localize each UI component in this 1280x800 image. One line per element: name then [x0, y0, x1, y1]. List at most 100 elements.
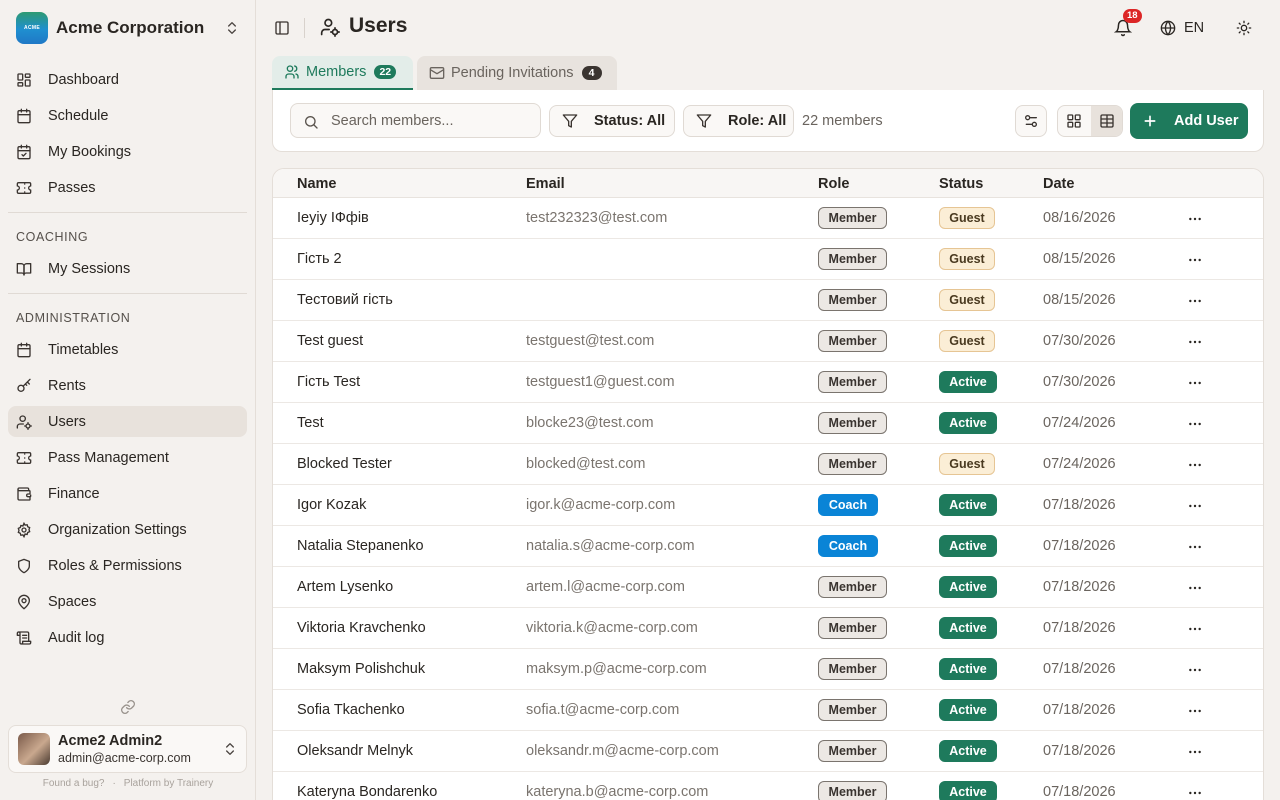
member-name: Ieyiy IФфів — [297, 210, 369, 226]
status-badge: Active — [939, 371, 997, 393]
status-filter-button[interactable]: Status: All — [549, 105, 675, 137]
table-row[interactable]: Тестовий гість Member Guest 08/15/2026 — [273, 280, 1263, 321]
grid-view-button[interactable] — [1058, 106, 1091, 136]
table-row[interactable]: Test blocke23@test.com Member Active 07/24/2… — [273, 403, 1263, 444]
calendar-icon — [17, 342, 31, 357]
sidebar-item-pass-management[interactable]: Pass Management — [8, 442, 247, 473]
more-horizontal-icon[interactable] — [1187, 539, 1203, 555]
more-horizontal-icon[interactable] — [1187, 334, 1203, 350]
platform-link[interactable]: Platform by Trainery — [124, 778, 213, 789]
member-email: natalia.s@acme-corp.com — [526, 538, 695, 554]
sidebar-item-label: Spaces — [48, 593, 97, 610]
sidebar-item-schedule[interactable]: Schedule — [8, 100, 247, 131]
language-switcher[interactable]: EN — [1184, 20, 1204, 36]
status-badge: Guest — [939, 248, 995, 270]
plus-icon — [1144, 115, 1156, 127]
table-row[interactable]: Blocked Tester blocked@test.com Member Gues… — [273, 444, 1263, 485]
column-header-role[interactable]: Role — [818, 176, 849, 192]
more-horizontal-icon[interactable] — [1187, 662, 1203, 678]
column-settings-button[interactable] — [1015, 105, 1047, 137]
column-header-status[interactable]: Status — [939, 176, 983, 192]
column-header-email[interactable]: Email — [526, 176, 565, 192]
more-horizontal-icon[interactable] — [1187, 580, 1203, 596]
member-date: 07/24/2026 — [1043, 415, 1116, 431]
more-horizontal-icon[interactable] — [1187, 375, 1203, 391]
chevrons-up-down-icon — [226, 743, 234, 755]
more-horizontal-icon[interactable] — [1187, 621, 1203, 637]
role-filter-button[interactable]: Role: All — [683, 105, 794, 137]
more-horizontal-icon[interactable] — [1187, 457, 1203, 473]
table-row[interactable]: Maksym Polishchuk maksym.p@acme-corp.com M… — [273, 649, 1263, 690]
tab-label: Members — [306, 64, 367, 80]
role-badge: Member — [818, 576, 887, 598]
settings-icon — [17, 521, 31, 538]
page-title: Users — [349, 14, 408, 37]
add-user-button[interactable]: Add User — [1130, 103, 1248, 139]
table-row[interactable]: Kateryna Bondarenko kateryna.b@acme-corp.… — [273, 772, 1263, 800]
sun-icon[interactable] — [1236, 20, 1252, 36]
more-horizontal-icon[interactable] — [1187, 416, 1203, 432]
member-email: artem.l@acme-corp.com — [526, 579, 685, 595]
more-horizontal-icon[interactable] — [1187, 252, 1203, 268]
more-horizontal-icon[interactable] — [1187, 744, 1203, 760]
column-header-name[interactable]: Name — [297, 176, 337, 192]
status-badge: Active — [939, 781, 997, 800]
tab-members[interactable]: Members 22 — [272, 56, 413, 90]
table-row[interactable]: Artem Lysenko artem.l@acme-corp.com Member… — [273, 567, 1263, 608]
report-bug-link[interactable]: Found a bug? — [43, 778, 105, 789]
table-row[interactable]: Igor Kozak igor.k@acme-corp.com Coach Activ… — [273, 485, 1263, 526]
table-row[interactable]: Гість 2 Member Guest 08/15/2026 — [273, 239, 1263, 280]
role-badge: Member — [818, 248, 887, 270]
user-menu[interactable]: Acme2 Admin2 admin@acme-corp.com — [8, 725, 247, 773]
table-row[interactable]: Ieyiy IФфів test232323@test.com Member Gues… — [273, 198, 1263, 239]
org-logo: ACME — [16, 12, 48, 44]
sidebar-item-label: Dashboard — [48, 71, 119, 88]
role-badge: Member — [818, 699, 887, 721]
calendar-icon — [17, 108, 31, 123]
globe-icon[interactable] — [1160, 20, 1176, 36]
table-row[interactable]: Viktoria Kravchenko viktoria.k@acme-corp.… — [273, 608, 1263, 649]
sidebar-toggle-icon[interactable] — [274, 20, 290, 36]
table-row[interactable]: Гість Test testguest1@guest.com Member Acti… — [273, 362, 1263, 403]
sidebar-item-finance[interactable]: Finance — [8, 478, 247, 509]
member-date: 07/18/2026 — [1043, 538, 1116, 554]
more-horizontal-icon[interactable] — [1187, 211, 1203, 227]
table-row[interactable]: Oleksandr Melnyk oleksandr.m@acme-corp.co… — [273, 731, 1263, 772]
sidebar: ACME Acme Corporation Dashboard Schedule… — [0, 0, 256, 800]
sidebar-item-my-bookings[interactable]: My Bookings — [8, 136, 247, 167]
shield-icon — [18, 558, 30, 573]
column-header-date[interactable]: Date — [1043, 176, 1074, 192]
sidebar-item-users[interactable]: Users — [8, 406, 247, 437]
more-horizontal-icon[interactable] — [1187, 498, 1203, 514]
more-horizontal-icon[interactable] — [1187, 785, 1203, 800]
sidebar-item-audit-log[interactable]: Audit log — [8, 622, 247, 653]
sidebar-item-organization-settings[interactable]: Organization Settings — [8, 514, 247, 545]
member-date: 07/30/2026 — [1043, 374, 1116, 390]
tab-label: Pending Invitations — [451, 65, 574, 81]
notification-badge: 18 — [1123, 9, 1142, 23]
tab-pending-invitations[interactable]: Pending Invitations 4 — [417, 56, 617, 90]
org-switcher[interactable]: ACME Acme Corporation — [16, 12, 240, 44]
sidebar-item-rents[interactable]: Rents — [8, 370, 247, 401]
member-date: 08/15/2026 — [1043, 292, 1116, 308]
status-badge: Active — [939, 617, 997, 639]
sidebar-item-label: Finance — [48, 485, 100, 502]
sidebar-item-dashboard[interactable]: Dashboard — [8, 64, 247, 95]
member-email: kateryna.b@acme-corp.com — [526, 784, 709, 800]
more-horizontal-icon[interactable] — [1187, 703, 1203, 719]
tab-count-badge: 22 — [374, 65, 397, 79]
sidebar-item-spaces[interactable]: Spaces — [8, 586, 247, 617]
member-date: 08/16/2026 — [1043, 210, 1116, 226]
search-input[interactable] — [331, 112, 531, 130]
sidebar-item-timetables[interactable]: Timetables — [8, 334, 247, 365]
table-row[interactable]: Test guest testguest@test.com Member Guest 0… — [273, 321, 1263, 362]
member-date: 07/18/2026 — [1043, 497, 1116, 513]
link-icon[interactable] — [120, 699, 136, 715]
sidebar-item-my-sessions[interactable]: My Sessions — [8, 253, 247, 284]
sidebar-item-passes[interactable]: Passes — [8, 172, 247, 203]
table-view-button[interactable] — [1091, 106, 1122, 136]
more-horizontal-icon[interactable] — [1187, 293, 1203, 309]
table-row[interactable]: Sofia Tkachenko sofia.t@acme-corp.com Memb… — [273, 690, 1263, 731]
table-row[interactable]: Natalia Stepanenko natalia.s@acme-corp.co… — [273, 526, 1263, 567]
sidebar-item-roles-permissions[interactable]: Roles & Permissions — [8, 550, 247, 581]
